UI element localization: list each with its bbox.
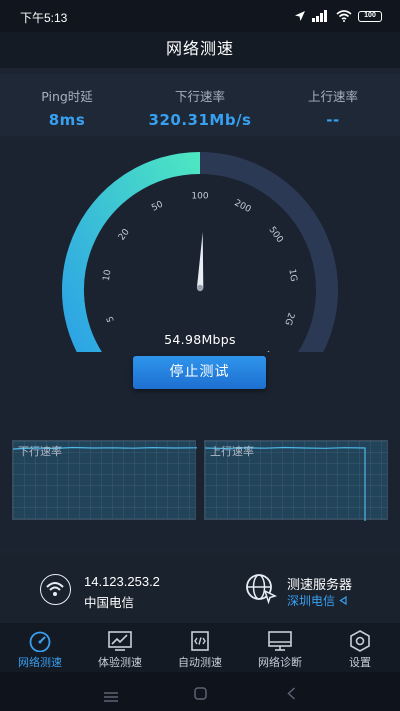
ping-label: Ping时延	[41, 89, 93, 104]
tab-label: 网络诊断	[258, 656, 302, 669]
ip-address: 14.123.253.2	[84, 574, 160, 589]
status-time: 下午5:13	[20, 11, 68, 25]
gauge-tick-label: 100	[191, 192, 208, 202]
wifi-status-icon	[336, 7, 352, 26]
gauge-progress-arc	[62, 152, 201, 352]
home-icon[interactable]	[194, 685, 207, 704]
network-info-panel: 14.123.253.2 中国电信 测速服务器 深圳电信	[0, 553, 400, 623]
tab-auto-speed[interactable]: 自动测速	[160, 623, 240, 672]
download-label: 下行速率	[174, 89, 225, 104]
download-metric: 下行速率 320.31Mb/s	[135, 86, 265, 129]
server-title: 测速服务器	[287, 578, 353, 593]
location-arrow-icon	[294, 7, 306, 26]
upload-value: --	[326, 111, 340, 129]
gauge-tick-label: 50	[150, 199, 165, 213]
download-graph-label: 下行速率	[18, 445, 62, 458]
speed-gauge: 0 5 10 20 50 100 200 500 1G 2G 5G	[62, 152, 338, 352]
tab-label: 体验测速	[98, 656, 142, 669]
gauge-needle	[196, 232, 204, 292]
signal-icon	[312, 7, 330, 26]
gauge-tick-label: 200	[233, 198, 253, 215]
status-bar: 下午5:13 100	[0, 0, 400, 32]
stop-test-button[interactable]: 停止测试	[133, 356, 266, 389]
current-speed: 54.98Mbps	[164, 332, 236, 347]
gauge-tick-label: 500	[266, 225, 284, 245]
battery-icon: 100	[358, 10, 382, 22]
gauge-tick-label: 5	[105, 315, 116, 324]
monitor-icon	[268, 631, 292, 651]
system-nav-bar	[0, 672, 400, 711]
speed-gauge-area: 0 5 10 20 50 100 200 500 1G 2G 5G 54.98Mbps 停止测试	[0, 142, 400, 412]
gauge-tick-label: 20	[117, 227, 132, 242]
wifi-icon	[40, 574, 71, 605]
globe-icon	[244, 572, 278, 610]
download-value: 320.31Mb/s	[148, 111, 252, 129]
tab-experience-speed[interactable]: 体验测速	[80, 623, 160, 672]
speed-graphs: 下行速率 上行速率	[0, 412, 400, 547]
tab-label: 网络测速	[18, 656, 62, 669]
download-graph: 下行速率	[12, 440, 197, 520]
title-bar: 网络测速	[0, 32, 400, 68]
upload-label: 上行速率	[307, 89, 358, 104]
metrics-panel: Ping时延 8ms 下行速率 320.31Mb/s 上行速率 --	[0, 74, 400, 136]
gauge-tick-label: 1G	[286, 268, 298, 282]
isp-name: 中国电信	[84, 595, 135, 610]
tab-label: 设置	[349, 656, 371, 669]
speedometer-icon	[29, 631, 51, 652]
code-document-icon	[191, 631, 209, 651]
settings-hexagon-icon	[350, 630, 370, 652]
gauge-tick-label: 5G	[258, 348, 274, 352]
tab-label: 自动测速	[178, 656, 222, 669]
status-icons: 100	[294, 8, 382, 24]
ping-metric: Ping时延 8ms	[2, 86, 132, 129]
server-select[interactable]: 深圳电信	[287, 592, 347, 609]
back-icon[interactable]	[287, 685, 296, 704]
upload-graph: 上行速率	[204, 440, 388, 521]
needle-hub	[196, 284, 204, 292]
server-name: 深圳电信	[287, 594, 336, 608]
gauge-tick-label: 0	[128, 350, 139, 352]
tab-settings[interactable]: 设置	[320, 623, 400, 672]
upload-graph-label: 上行速率	[210, 445, 254, 458]
bottom-tab-bar: 网络测速 体验测速 自动测速 网络诊断 设置	[0, 623, 400, 672]
gauge-tick-label: 10	[102, 269, 114, 282]
needle-pointer	[196, 232, 204, 289]
ping-value: 8ms	[48, 111, 86, 129]
gauge-tick-label: 2G	[282, 311, 295, 326]
page-title: 网络测速	[165, 39, 234, 58]
chart-screen-icon	[108, 631, 132, 651]
menu-icon[interactable]	[104, 687, 118, 706]
triangle-left-icon	[339, 594, 347, 608]
tab-network-diagnosis[interactable]: 网络诊断	[240, 623, 320, 672]
upload-metric: 上行速率 --	[268, 86, 398, 129]
tab-network-speed[interactable]: 网络测速	[0, 623, 80, 672]
